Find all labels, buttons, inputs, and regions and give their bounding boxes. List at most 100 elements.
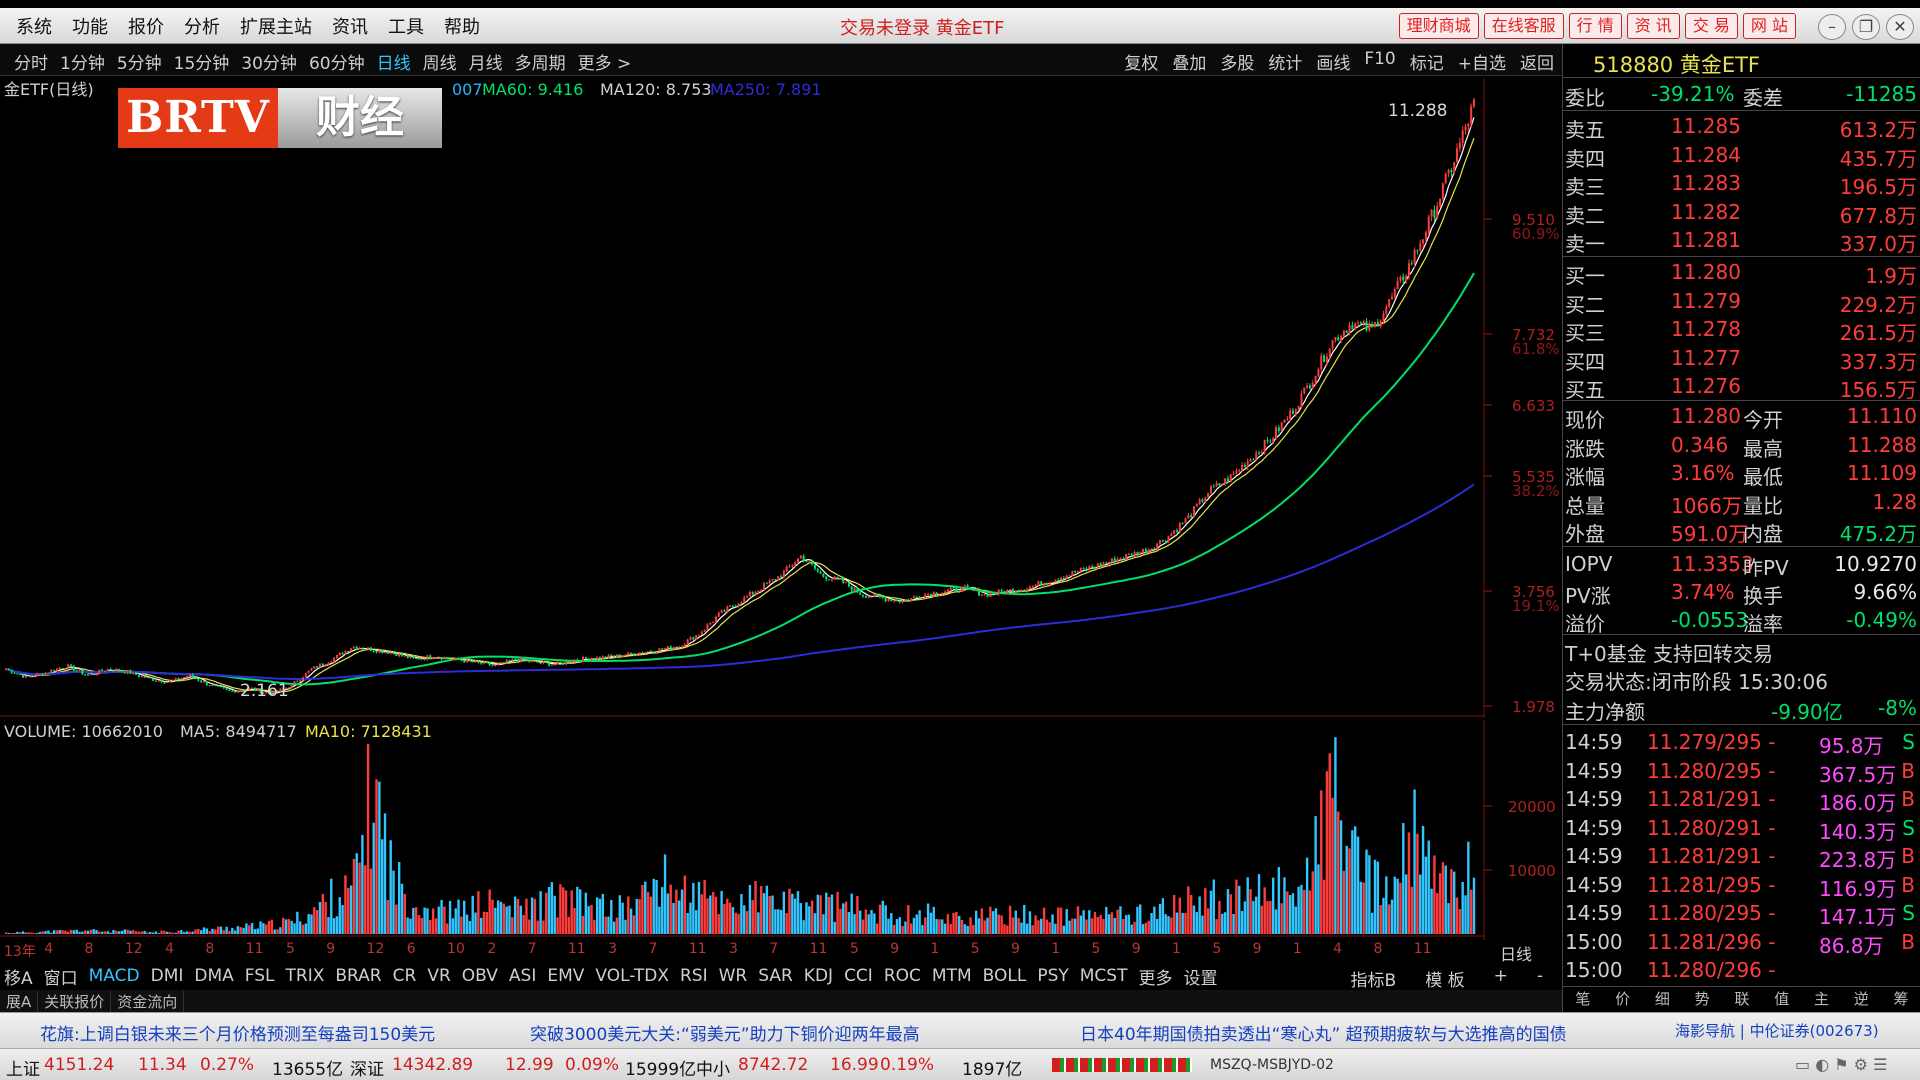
- menu-analysis[interactable]: 分析: [184, 13, 220, 39]
- minimize-icon[interactable]: –: [1818, 14, 1846, 40]
- tick-row[interactable]: 14:59 11.280/295 - 147.1万 S: [1563, 899, 1920, 929]
- restore-icon[interactable]: ❐: [1852, 14, 1880, 40]
- tick-row[interactable]: 15:00 11.281/296 - 86.8万 B: [1563, 928, 1920, 958]
- indicator-tab[interactable]: EMV: [547, 966, 584, 986]
- indicator-tab[interactable]: CR: [393, 966, 417, 986]
- tick-row[interactable]: 14:59 11.279/295 - 95.8万 S: [1563, 728, 1920, 758]
- period-tab-daily[interactable]: 日线: [377, 49, 411, 74]
- indicator-tab[interactable]: RSI: [680, 966, 708, 986]
- period-tab[interactable]: 60分钟: [309, 49, 365, 74]
- tray-icons[interactable]: ▭ ◐ ⚑ ⚙ ☰: [1795, 1055, 1887, 1074]
- bid-row[interactable]: 买四 11.277 337.3万: [1563, 344, 1920, 374]
- indicator-tab[interactable]: VOL-TDX: [595, 966, 669, 986]
- indicator-tab[interactable]: ROC: [884, 966, 921, 986]
- indicator-tab[interactable]: TRIX: [286, 966, 325, 986]
- ask-row[interactable]: 卖三 11.283 196.5万: [1563, 169, 1920, 199]
- tick-row[interactable]: 14:59 11.280/291 - 140.3万 S: [1563, 814, 1920, 844]
- indicator-tab[interactable]: DMI: [151, 966, 184, 986]
- indicator-tab[interactable]: DMA: [194, 966, 233, 986]
- close-icon[interactable]: ✕: [1886, 14, 1914, 40]
- indicator-tab[interactable]: CCI: [844, 966, 873, 986]
- news-item[interactable]: 突破3000美元大关:“弱美元”助力下铜价迎两年最高: [530, 1020, 920, 1045]
- quote-row[interactable]: 现价 11.280 今开 11.110: [1563, 402, 1920, 432]
- tick-row[interactable]: 15:00 11.280/296 -: [1563, 956, 1920, 984]
- panel-footer-tab[interactable]: 细: [1655, 988, 1670, 1010]
- iopv-row[interactable]: IOPV 11.3353 昨PV 10.9270: [1563, 550, 1920, 580]
- indicator-tab[interactable]: OBV: [462, 966, 498, 986]
- tool-button[interactable]: 统计: [1268, 49, 1302, 74]
- bid-row[interactable]: 买一 11.280 1.9万: [1563, 258, 1920, 288]
- trade-button[interactable]: 交 易: [1684, 13, 1738, 39]
- ask-row[interactable]: 卖五 11.285 613.2万: [1563, 112, 1920, 142]
- menu-help[interactable]: 帮助: [444, 13, 480, 39]
- ask-row[interactable]: 卖一 11.281 337.0万: [1563, 226, 1920, 256]
- ticker-right[interactable]: 海影导航 | 中伦证券(002673): [1675, 1020, 1879, 1041]
- tick-row[interactable]: 14:59 11.281/291 - 186.0万 B: [1563, 785, 1920, 815]
- indicator-tab[interactable]: BRAR: [335, 966, 381, 986]
- tool-button[interactable]: 复权: [1124, 49, 1158, 74]
- bid-row[interactable]: 买五 11.276 156.5万: [1563, 372, 1920, 402]
- period-tab[interactable]: 月线: [469, 49, 503, 74]
- indicator-b-button[interactable]: 指标B: [1351, 966, 1397, 991]
- menu-system[interactable]: 系统: [16, 13, 52, 39]
- website-button[interactable]: 网 站: [1742, 13, 1796, 39]
- zoom-in-button[interactable]: +: [1494, 966, 1508, 991]
- indicator-tab[interactable]: MTM: [932, 966, 972, 986]
- zoom-out-button[interactable]: -: [1537, 966, 1543, 991]
- period-tab[interactable]: 5分钟: [117, 49, 162, 74]
- menu-extension[interactable]: 扩展主站: [240, 13, 312, 39]
- ask-row[interactable]: 卖四 11.284 435.7万: [1563, 141, 1920, 171]
- indicator-tab[interactable]: PSY: [1037, 966, 1068, 986]
- tool-button[interactable]: F10: [1364, 49, 1395, 74]
- indicator-tab[interactable]: 移A: [4, 964, 33, 989]
- add-watchlist-button[interactable]: +自选: [1458, 49, 1506, 74]
- indicator-tab[interactable]: WR: [719, 966, 748, 986]
- indicator-more[interactable]: 更多: [1138, 964, 1172, 989]
- indicator-tab[interactable]: ASI: [509, 966, 536, 986]
- news-item[interactable]: 日本40年期国债拍卖透出“寒心丸” 超预期疲软与大选推高的国债: [1080, 1020, 1567, 1045]
- panel-footer-tab[interactable]: 值: [1774, 988, 1789, 1010]
- tool-button[interactable]: 叠加: [1172, 49, 1206, 74]
- panel-footer-tab[interactable]: 筹: [1894, 988, 1909, 1010]
- quote-row[interactable]: 涨跌 0.346 最高 11.288: [1563, 431, 1920, 461]
- bid-row[interactable]: 买二 11.279 229.2万: [1563, 287, 1920, 317]
- bid-row[interactable]: 买三 11.278 261.5万: [1563, 315, 1920, 345]
- back-button[interactable]: 返回: [1520, 49, 1554, 74]
- panel-footer-tab[interactable]: 主: [1814, 988, 1829, 1010]
- panel-footer-tab[interactable]: 逆: [1854, 988, 1869, 1010]
- indicator-tab[interactable]: BOLL: [983, 966, 1027, 986]
- indicator-tab[interactable]: 窗口: [44, 964, 78, 989]
- bottom-tab[interactable]: 资金流向: [111, 990, 185, 1012]
- period-tab[interactable]: 15分钟: [174, 49, 230, 74]
- menu-info[interactable]: 资讯: [332, 13, 368, 39]
- indicator-tab[interactable]: MCST: [1080, 966, 1128, 986]
- panel-footer-tab[interactable]: 价: [1615, 988, 1630, 1010]
- indicator-tab[interactable]: FSL: [245, 966, 275, 986]
- finance-mall-button[interactable]: 理财商城: [1398, 13, 1479, 39]
- tool-button[interactable]: 多股: [1220, 49, 1254, 74]
- indicator-tab[interactable]: KDJ: [804, 966, 833, 986]
- panel-footer-tab[interactable]: 联: [1734, 988, 1749, 1010]
- bottom-tab[interactable]: 关联报价: [38, 990, 112, 1012]
- news-button[interactable]: 资 讯: [1626, 13, 1680, 39]
- period-tab[interactable]: 分时: [14, 49, 48, 74]
- quote-row[interactable]: 涨幅 3.16% 最低 11.109: [1563, 459, 1920, 489]
- price-chart[interactable]: 9.5107.7326.6335.5353.7561.97860.9%61.8%…: [0, 78, 1562, 718]
- news-item[interactable]: 花旗:上调白银未来三个月价格预测至每盎司150美元: [40, 1020, 435, 1045]
- period-tab[interactable]: 周线: [423, 49, 457, 74]
- more-periods-button[interactable]: 更多 >: [578, 49, 632, 74]
- indicator-tab[interactable]: VR: [427, 966, 450, 986]
- panel-footer-tab[interactable]: 势: [1695, 988, 1710, 1010]
- iopv-row[interactable]: PV涨 3.74% 换手 9.66%: [1563, 578, 1920, 608]
- template-button[interactable]: 模 板: [1425, 966, 1464, 991]
- volume-chart[interactable]: 20000 10000 VOLUME: 10662010 MA5: 8494717…: [0, 720, 1562, 940]
- bottom-tab[interactable]: 展A: [0, 990, 39, 1012]
- menu-function[interactable]: 功能: [72, 13, 108, 39]
- tool-button[interactable]: 标记: [1410, 49, 1444, 74]
- period-tab[interactable]: 1分钟: [60, 49, 105, 74]
- quote-row[interactable]: 外盘 591.0万 内盘 475.2万: [1563, 516, 1920, 546]
- quote-row[interactable]: 总量 1066万 量比 1.28: [1563, 488, 1920, 518]
- menu-quote[interactable]: 报价: [128, 13, 164, 39]
- market-button[interactable]: 行 情: [1568, 13, 1622, 39]
- tick-row[interactable]: 14:59 11.280/295 - 367.5万 B: [1563, 757, 1920, 787]
